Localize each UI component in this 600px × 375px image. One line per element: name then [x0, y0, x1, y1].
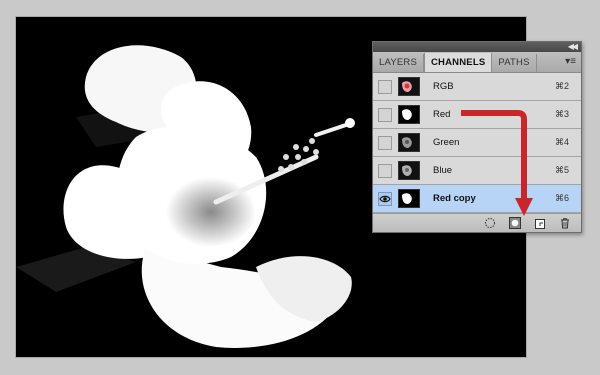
visibility-toggle[interactable]	[378, 191, 392, 206]
new-channel-icon[interactable]	[534, 217, 546, 229]
channel-row-green[interactable]: Green ⌘4	[373, 129, 581, 157]
panel-bottom-bar	[373, 213, 581, 232]
channel-thumbnail	[398, 133, 420, 152]
channel-row-blue[interactable]: Blue ⌘5	[373, 157, 581, 185]
visibility-toggle[interactable]	[378, 79, 392, 94]
panel-tab-bar: LAYERS CHANNELS PATHS ▾≡	[373, 52, 581, 73]
channel-row-red[interactable]: Red ⌘3	[373, 101, 581, 129]
channel-thumbnail	[398, 189, 420, 208]
panel-title-bar[interactable]: ◀◀	[373, 42, 581, 52]
load-selection-icon[interactable]	[484, 217, 496, 229]
channel-row-rgb[interactable]: RGB ⌘2	[373, 73, 581, 101]
visibility-toggle[interactable]	[378, 163, 392, 178]
visibility-toggle[interactable]	[378, 107, 392, 122]
channel-name: RGB	[433, 81, 454, 92]
channels-panel: ◀◀ LAYERS CHANNELS PATHS ▾≡ RGB ⌘2 Red ⌘…	[372, 41, 582, 233]
collapse-icon[interactable]: ◀◀	[568, 42, 578, 52]
tab-layers[interactable]: LAYERS	[373, 54, 424, 72]
channel-thumbnail	[398, 105, 420, 124]
channel-shortcut: ⌘6	[554, 193, 569, 203]
channel-thumbnail	[398, 77, 420, 96]
eye-icon	[379, 195, 391, 202]
visibility-toggle[interactable]	[378, 135, 392, 150]
channel-shortcut: ⌘5	[554, 165, 569, 175]
channel-shortcut: ⌘4	[554, 137, 569, 147]
trash-icon[interactable]	[559, 217, 571, 229]
channel-row-red-copy[interactable]: Red copy ⌘6	[373, 185, 581, 213]
channel-name: Red copy	[433, 193, 476, 204]
channel-thumbnail	[398, 161, 420, 180]
channel-name: Red	[433, 109, 451, 120]
tab-channels[interactable]: CHANNELS	[424, 53, 493, 72]
save-selection-icon[interactable]	[509, 217, 521, 229]
panel-menu-icon[interactable]: ▾≡	[565, 56, 576, 67]
channel-name: Blue	[433, 165, 453, 176]
channel-name: Green	[433, 137, 460, 148]
tab-paths[interactable]: PATHS	[492, 54, 537, 72]
channel-shortcut: ⌘3	[554, 109, 569, 119]
channel-shortcut: ⌘2	[554, 81, 569, 91]
channel-list: RGB ⌘2 Red ⌘3 Green ⌘4 Blue ⌘5 Red copy …	[373, 73, 581, 213]
